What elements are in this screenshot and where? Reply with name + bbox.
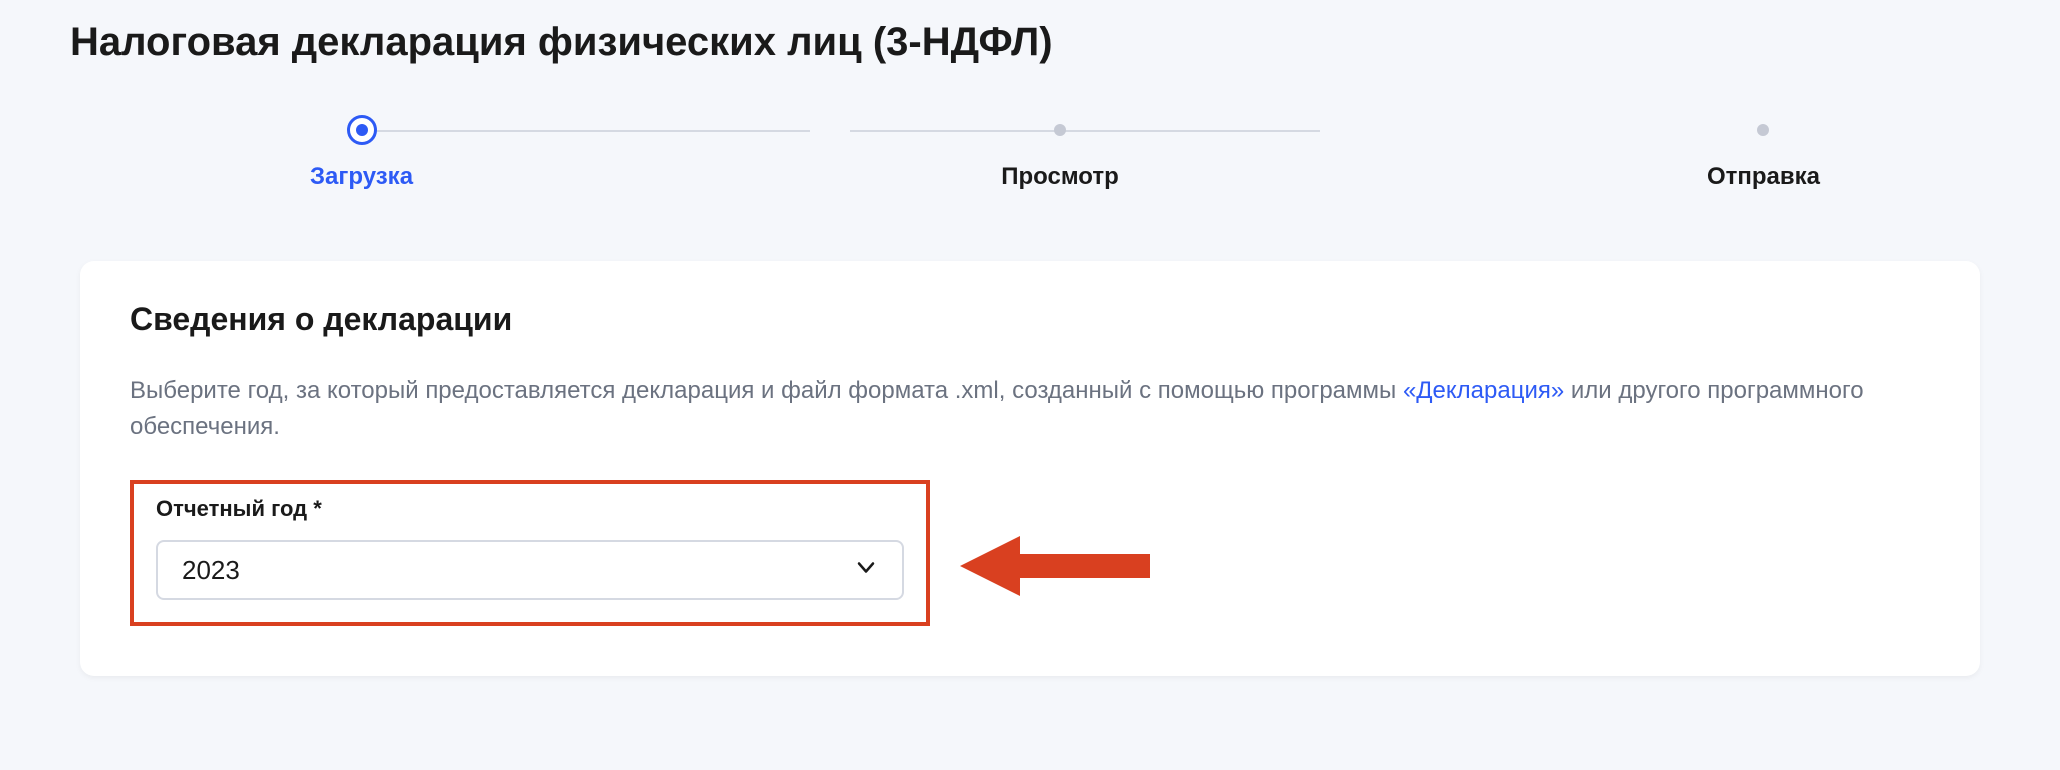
annotation-arrow-icon (960, 536, 1150, 601)
description-text: Выберите год, за который предоставляется… (130, 377, 1403, 404)
step-send[interactable]: Отправка (1707, 115, 1820, 191)
report-year-label: Отчетный год * (156, 496, 904, 522)
step-upload[interactable]: Загрузка (310, 115, 413, 191)
step-label: Отправка (1707, 163, 1820, 191)
select-value: 2023 (182, 555, 240, 586)
step-label: Загрузка (310, 163, 413, 191)
declaration-program-link[interactable]: «Декларация» (1403, 377, 1564, 404)
step-indicator-inactive-icon (1757, 124, 1769, 136)
annotation-highlight-box: Отчетный год * 2023 (130, 480, 930, 626)
declaration-card: Сведения о декларации Выберите год, за к… (80, 261, 1980, 676)
chevron-down-icon (854, 556, 878, 585)
step-label: Просмотр (1001, 163, 1119, 191)
step-indicator-active-icon (347, 115, 377, 145)
card-description: Выберите год, за который предоставляется… (130, 373, 1930, 445)
step-indicator-inactive-icon (1054, 124, 1066, 136)
card-title: Сведения о декларации (130, 301, 1930, 338)
step-preview[interactable]: Просмотр (1001, 115, 1119, 191)
stepper-line (350, 130, 810, 132)
page-title: Налоговая декларация физических лиц (3-Н… (70, 20, 1990, 65)
stepper: Загрузка Просмотр Отправка (310, 115, 1820, 191)
report-year-select[interactable]: 2023 (156, 540, 904, 600)
